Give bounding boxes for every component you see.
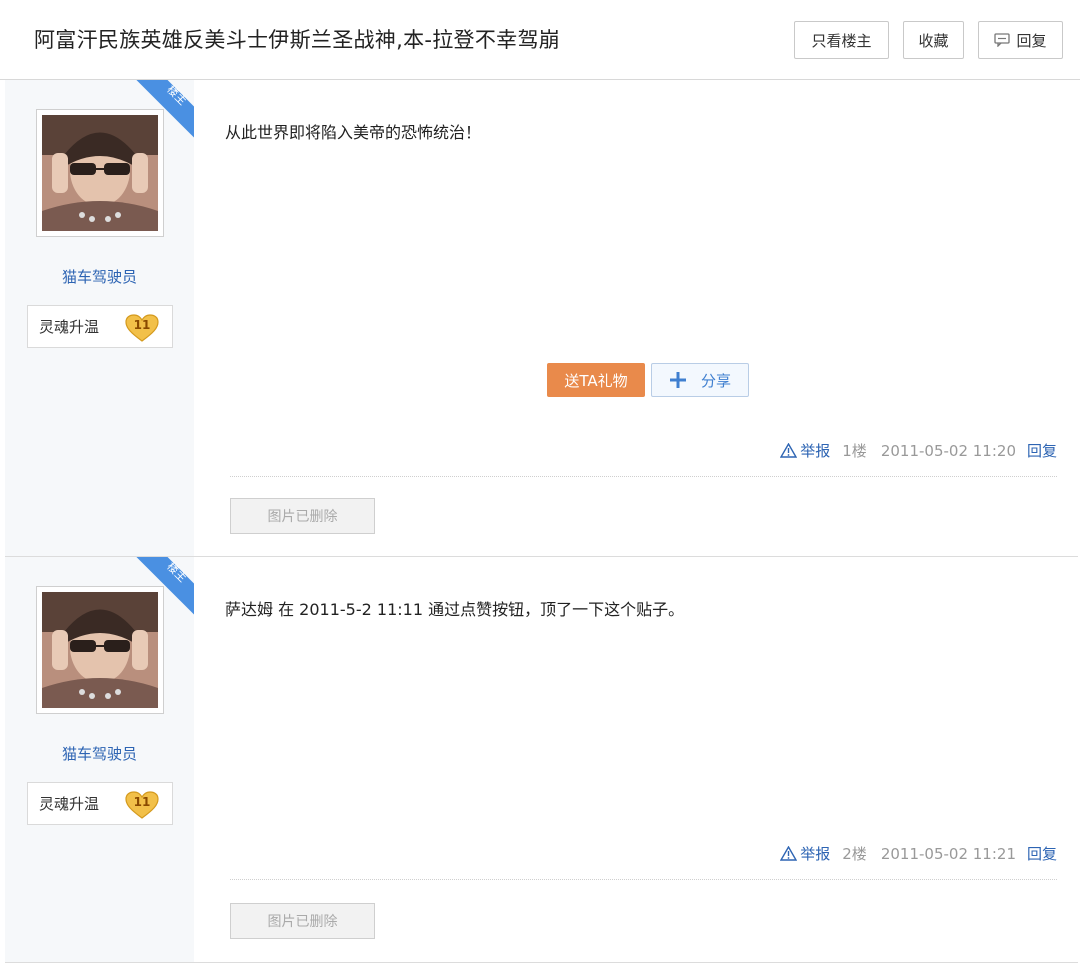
report-link[interactable]: 举报 xyxy=(780,843,830,864)
avatar-image xyxy=(42,592,158,708)
deleted-image-placeholder: 图片已删除 xyxy=(230,903,375,939)
username[interactable]: 猫车驾驶员 xyxy=(5,266,194,287)
deleted-image-placeholder: 图片已删除 xyxy=(230,498,375,534)
thread-title: 阿富汗民族英雄反美斗士伊斯兰圣战神,本-拉登不幸驾崩 xyxy=(34,28,561,52)
post-floor-1: 楼主 猫车驾驶员 灵魂升温 11 从此世界即将陷入美帝的恐怖统治！ 送TA礼物 … xyxy=(5,80,1078,557)
post-content: 萨达姆 在 2011-5-2 11:11 通过点赞按钮，顶了一下这个贴子。 xyxy=(225,600,685,619)
level-number: 11 xyxy=(133,795,151,809)
reply-link[interactable]: 回复 xyxy=(1027,843,1057,864)
level-number: 11 xyxy=(133,318,151,332)
warning-icon xyxy=(780,443,798,458)
only-op-button[interactable]: 只看楼主 xyxy=(794,21,889,59)
level-box: 灵魂升温 11 xyxy=(27,305,173,348)
username[interactable]: 猫车驾驶员 xyxy=(5,743,194,764)
level-name: 灵魂升温 xyxy=(39,318,100,336)
post-time: 2011-05-02 11:20 xyxy=(880,441,1016,460)
share-label: 分享 xyxy=(700,371,731,390)
reply-button-label: 回复 xyxy=(1016,31,1047,50)
post-time: 2011-05-02 11:21 xyxy=(880,844,1016,863)
reply-link[interactable]: 回复 xyxy=(1027,440,1057,461)
warning-icon xyxy=(780,846,798,861)
post-content: 从此世界即将陷入美帝的恐怖统治！ xyxy=(225,123,482,142)
divider xyxy=(230,879,1057,880)
floor-number: 2楼 xyxy=(842,845,867,863)
comment-icon xyxy=(994,33,1011,47)
avatar[interactable] xyxy=(36,586,164,714)
share-button[interactable]: 分享 xyxy=(651,363,749,397)
level-name: 灵魂升温 xyxy=(39,795,100,813)
author-panel: 楼主 猫车驾驶员 灵魂升温 11 xyxy=(5,557,194,962)
level-box: 灵魂升温 11 xyxy=(27,782,173,825)
thread-page: 阿富汗民族英雄反美斗士伊斯兰圣战神,本-拉登不幸驾崩 只看楼主 收藏 回复 楼主 xyxy=(0,0,1080,964)
post-floor-2: 楼主 猫车驾驶员 灵魂升温 11 萨达姆 在 2011-5-2 11:11 通过… xyxy=(5,557,1078,963)
thread-header: 阿富汗民族英雄反美斗士伊斯兰圣战神,本-拉登不幸驾崩 只看楼主 收藏 回复 xyxy=(0,0,1080,80)
author-panel: 楼主 猫车驾驶员 灵魂升温 11 xyxy=(5,80,194,556)
report-link[interactable]: 举报 xyxy=(780,440,830,461)
favorite-button[interactable]: 收藏 xyxy=(903,21,964,59)
reply-button[interactable]: 回复 xyxy=(978,21,1063,59)
avatar-image xyxy=(42,115,158,231)
divider xyxy=(230,476,1057,477)
avatar[interactable] xyxy=(36,109,164,237)
floor-number: 1楼 xyxy=(842,442,867,460)
plus-icon xyxy=(669,372,686,388)
send-gift-button[interactable]: 送TA礼物 xyxy=(547,363,645,397)
post-body: 萨达姆 在 2011-5-2 11:11 通过点赞按钮，顶了一下这个贴子。 举报… xyxy=(194,557,1078,962)
post-meta: 举报 2楼 2011-05-02 11:21 回复 xyxy=(780,843,1057,864)
post-meta: 举报 1楼 2011-05-02 11:20 回复 xyxy=(780,440,1057,461)
post-body: 从此世界即将陷入美帝的恐怖统治！ 送TA礼物 分享 举报 1楼 2011-05-… xyxy=(194,80,1078,556)
